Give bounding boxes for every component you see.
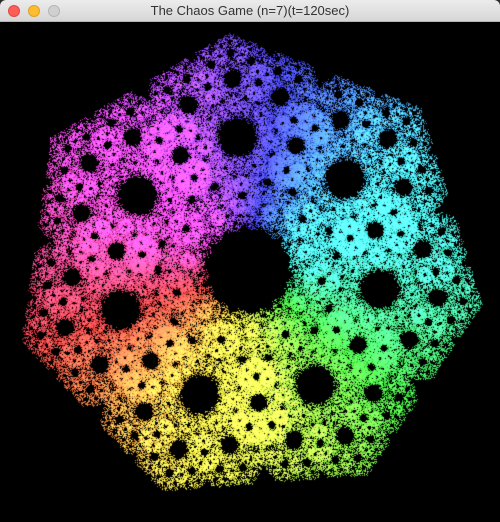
app-window: The Chaos Game (n=7)(t=120sec) [0,0,500,522]
window-title: The Chaos Game (n=7)(t=120sec) [150,3,350,18]
chaos-game-canvas [0,22,500,522]
title-bar[interactable]: The Chaos Game (n=7)(t=120sec) [0,0,500,22]
